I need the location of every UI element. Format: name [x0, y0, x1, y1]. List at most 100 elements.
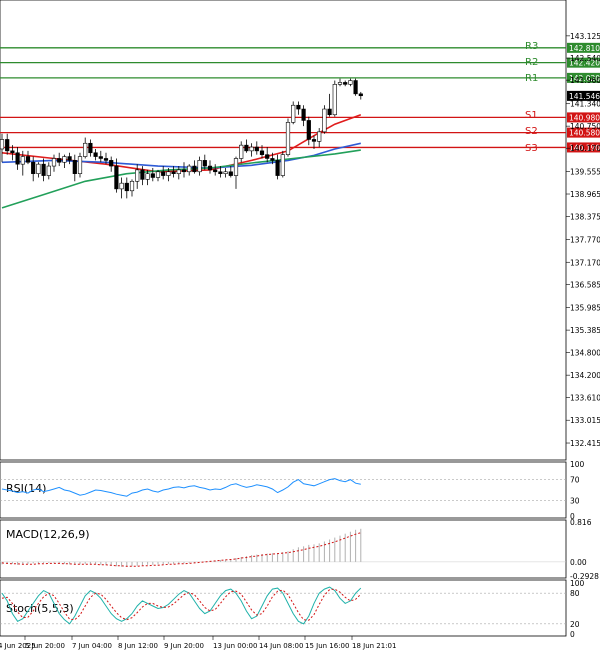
candle-bearish: [343, 82, 348, 85]
candle-bullish: [129, 180, 135, 192]
candle-bearish: [124, 182, 129, 192]
candle-bearish: [150, 173, 155, 178]
candle-bullish: [187, 165, 192, 173]
macd-label: MACD(12,26,9): [6, 528, 90, 541]
candle-bearish: [202, 160, 207, 167]
rsi-tick-label: 30: [570, 496, 580, 505]
stoch-tick-label: 0: [570, 630, 575, 639]
time-tick-label: 14 Jun 08:00: [259, 642, 303, 650]
candle-bearish: [265, 154, 270, 159]
price-tick-label: 133.015: [570, 416, 600, 425]
stoch-tick-label: 100: [570, 579, 585, 588]
candle-bullish: [348, 80, 353, 85]
price-tick-label: 141.340: [570, 100, 600, 109]
candle-bearish: [67, 156, 72, 161]
candle-bearish: [41, 163, 46, 176]
price-tick-label: 135.385: [570, 326, 600, 335]
candle-bearish: [98, 156, 103, 159]
time-tick-label: 15 Jun 16:00: [305, 642, 349, 650]
rsi-tick-label: 100: [570, 460, 585, 469]
candle-bullish: [223, 171, 228, 174]
candle-bullish: [51, 158, 57, 167]
price-tick-label: 132.415: [570, 439, 600, 448]
candle-bearish: [218, 171, 223, 174]
candle-bearish: [228, 171, 233, 176]
time-tick-label: 9 Jun 20:00: [164, 642, 204, 650]
candle-bearish: [31, 161, 36, 174]
time-tick-label: 8 Jun 12:00: [118, 642, 158, 650]
candle-bullish: [36, 163, 41, 174]
time-tick-label: 18 Jun 21:01: [352, 642, 396, 650]
candle-bullish: [135, 169, 140, 182]
price-tick-label: 141.960: [570, 76, 600, 85]
price-tick-label: 138.965: [570, 190, 600, 199]
candle-bullish: [197, 160, 202, 173]
candle-bullish: [249, 146, 254, 152]
price-tick-label: 135.985: [570, 303, 600, 312]
level-name-r3: R3: [525, 41, 538, 52]
candle-bullish: [332, 84, 337, 116]
candle-bearish: [57, 158, 62, 163]
time-tick-label: 5 Jun 20:00: [25, 642, 65, 650]
candle-bearish: [161, 171, 166, 176]
candle-bearish: [358, 93, 363, 97]
candle-bearish: [275, 160, 280, 176]
candle-bearish: [301, 108, 306, 121]
chart-background: [0, 0, 600, 655]
candle-bullish: [46, 165, 51, 176]
candle-bullish: [20, 156, 25, 165]
candle-bullish: [119, 182, 124, 190]
candle-bullish: [317, 131, 322, 142]
level-name-s3: S3: [525, 143, 538, 154]
candle-bearish: [5, 139, 10, 152]
candle-bullish: [145, 173, 150, 180]
level-name-s2: S2: [525, 126, 538, 137]
price-tick-label: 134.200: [570, 371, 600, 380]
macd-tick-label: 0.816: [570, 518, 592, 527]
candle-bullish: [77, 156, 83, 174]
candle-bullish: [322, 108, 327, 133]
candle-bearish: [327, 108, 332, 116]
price-tick-label: 142.540: [570, 54, 600, 63]
candle-bearish: [181, 169, 187, 173]
candle-bearish: [192, 165, 197, 173]
stoch-tick-label: 20: [570, 620, 580, 629]
candle-bullish: [166, 171, 171, 176]
stoch-label: Stoch(5,5,3): [6, 602, 74, 615]
price-tick-label: 134.800: [570, 348, 600, 357]
candle-bearish: [296, 104, 301, 110]
rsi-tick-label: 70: [570, 476, 580, 485]
candle-bearish: [114, 165, 119, 190]
price-tick-label: 143.125: [570, 32, 600, 41]
level-price-label: 140.980: [569, 113, 600, 122]
candle-bearish: [353, 80, 358, 95]
candle-bearish: [244, 144, 249, 152]
price-tick-label: 140.750: [570, 122, 600, 131]
candle-bearish: [259, 150, 265, 155]
candle-bullish: [239, 144, 244, 159]
price-tick-label: 139.555: [570, 168, 600, 177]
candle-bullish: [233, 158, 239, 176]
candle-bearish: [306, 120, 311, 140]
candle-bearish: [171, 171, 176, 174]
price-tick-label: 136.585: [570, 280, 600, 289]
candle-bearish: [25, 156, 31, 163]
candle-bearish: [270, 158, 275, 161]
candle-bearish: [88, 142, 93, 154]
candle-bearish: [311, 139, 317, 142]
candle-bullish: [337, 82, 343, 85]
candle-bearish: [213, 169, 218, 173]
candle-bearish: [72, 160, 77, 174]
price-tick-label: 138.375: [570, 212, 600, 221]
candle-bearish: [103, 158, 109, 161]
candle-bearish: [93, 152, 98, 157]
price-tick-label: 140.170: [570, 144, 600, 153]
candle-bullish: [0, 139, 5, 150]
level-name-r1: R1: [525, 73, 538, 84]
candle-bearish: [207, 165, 213, 171]
level-price-label: 142.810: [569, 44, 600, 53]
candle-bearish: [254, 146, 259, 152]
candle-bullish: [83, 142, 88, 157]
macd-tick-label: 0.00: [570, 558, 587, 567]
candle-bearish: [109, 160, 114, 167]
